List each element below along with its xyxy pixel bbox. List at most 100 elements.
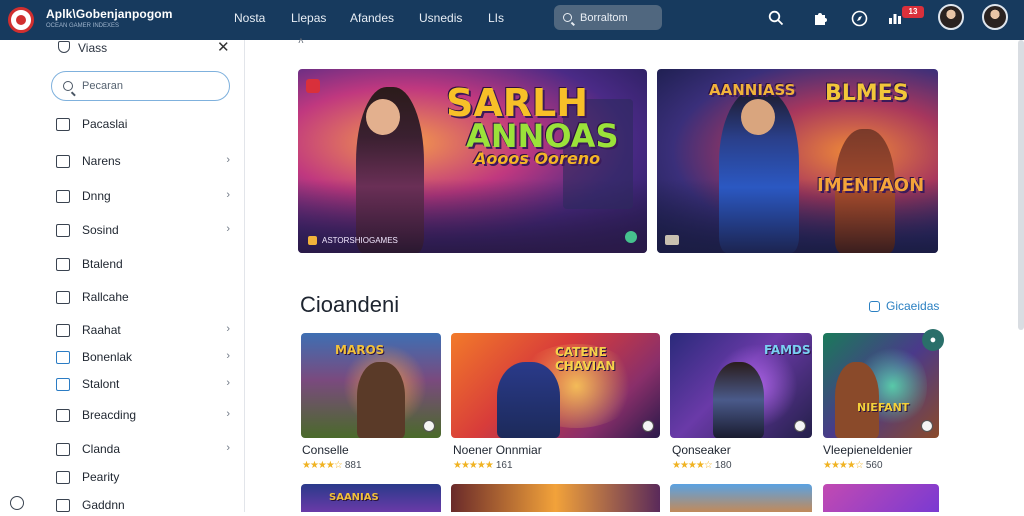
hero2-title-line2: BLMES: [825, 81, 909, 106]
info-icon[interactable]: [642, 420, 654, 432]
rating-count: 161: [495, 460, 513, 471]
brand-subtitle: OCEAN GAMER INDEXES: [46, 23, 120, 29]
card-name-1[interactable]: Conselle: [302, 443, 349, 457]
sidebar-item-icon: [56, 470, 70, 484]
sidebar-item-label: Narens: [82, 154, 121, 168]
sidebar-item[interactable]: Btalend: [56, 253, 236, 275]
sidebar-item-label: Pacaslai: [82, 117, 128, 131]
nav-item-1[interactable]: Nosta: [234, 11, 265, 25]
hero-tag-icon: [306, 79, 320, 93]
game-card-7[interactable]: [670, 484, 812, 512]
nav-item-4[interactable]: Usnedis: [419, 11, 462, 25]
game-card-2[interactable]: CATENE CHAVIAN: [451, 333, 660, 438]
game-card-6[interactable]: [451, 484, 660, 512]
notification-badge: 13: [902, 6, 924, 18]
rating-count: 881: [344, 460, 362, 471]
sidebar-item-icon: [56, 377, 70, 391]
compass-icon[interactable]: [850, 9, 868, 27]
sidebar-item-icon: [56, 257, 70, 271]
close-icon[interactable]: ✕: [217, 38, 230, 56]
publisher-icon: [308, 236, 317, 245]
card-art-title: NIEFANT: [857, 401, 910, 414]
game-card-4[interactable]: NIEFANT: [823, 333, 939, 438]
hero-banner-2[interactable]: AANNIASS BLMES IMENTAON: [657, 69, 938, 253]
card-art-title: FAMDS: [764, 343, 811, 357]
info-icon[interactable]: [921, 420, 933, 432]
hero-banner-1[interactable]: SARLH ANNOAS Aooos Ooreno ASTORSHIOGAMES: [298, 69, 647, 253]
card-rating-1: ★★★★☆ 881: [302, 460, 362, 471]
game-card-3[interactable]: FAMDS: [670, 333, 812, 438]
sidebar-item-label: Breacding: [82, 408, 137, 422]
sidebar-item[interactable]: Raahat ›: [56, 319, 236, 341]
chevron-right-icon: ›: [226, 442, 230, 454]
sidebar-item-icon: [56, 350, 70, 364]
app-logo[interactable]: [8, 7, 34, 33]
sidebar-search-input[interactable]: Pecaran: [51, 71, 230, 101]
search-icon[interactable]: [767, 9, 785, 27]
breadcrumb-marker: ˄: [298, 36, 304, 47]
scrollbar[interactable]: [1018, 40, 1024, 330]
sidebar-item-label: Stalont: [82, 377, 120, 391]
sidebar-item-icon: [56, 442, 70, 456]
star-rating-icon: ★★★★★: [453, 460, 494, 471]
game-card-5[interactable]: SAANIAS: [301, 484, 441, 512]
sidebar-item[interactable]: Rallcahe: [56, 286, 236, 308]
hero-character-face: [366, 99, 400, 135]
card-rating-4: ★★★★☆ 560: [823, 460, 883, 471]
top-bar: Aplk\Gobenjanpogom OCEAN GAMER INDEXES N…: [0, 0, 1024, 40]
sidebar-item[interactable]: Pearity: [56, 466, 236, 488]
avatar-secondary[interactable]: [982, 4, 1008, 30]
header-search[interactable]: Borraltom: [554, 5, 662, 30]
nav-item-5[interactable]: LIs: [488, 11, 504, 25]
sidebar-item-icon: [56, 290, 70, 304]
avatar[interactable]: [938, 4, 964, 30]
carousel-next-button[interactable]: ●: [922, 329, 944, 351]
sidebar-item-icon: [56, 408, 70, 422]
sidebar-item-label: Rallcahe: [82, 290, 129, 304]
card-name-4[interactable]: Vleepieneldenier: [823, 443, 912, 457]
help-icon[interactable]: [10, 496, 24, 510]
sidebar-item[interactable]: Sosind ›: [56, 219, 236, 241]
sidebar-item[interactable]: Stalont ›: [56, 373, 236, 395]
sidebar-item-icon: [56, 117, 70, 131]
brand[interactable]: Aplk\Gobenjanpogom OCEAN GAMER INDEXES: [46, 7, 172, 29]
game-card-8[interactable]: [823, 484, 939, 512]
puzzle-icon[interactable]: [811, 9, 829, 27]
grid-icon: [869, 300, 880, 312]
see-all-link[interactable]: Gicaeidas: [869, 299, 939, 313]
play-icon[interactable]: [625, 231, 637, 243]
card-art-title: SAANIAS: [329, 492, 379, 503]
sidebar-item[interactable]: Pacaslai: [56, 113, 236, 135]
card-name-2[interactable]: Noener Onnmiar: [453, 443, 542, 457]
nav-item-3[interactable]: Afandes: [350, 11, 394, 25]
sidebar-item[interactable]: Gaddnn: [56, 494, 236, 516]
star-rating-icon: ★★★★☆: [302, 460, 343, 471]
sidebar-item-icon: [56, 223, 70, 237]
rating-count: 180: [714, 460, 732, 471]
header-search-placeholder: Borraltom: [580, 11, 628, 24]
bell-icon: [58, 41, 70, 53]
sidebar-item-label: Pearity: [82, 470, 120, 484]
card-character: [357, 362, 405, 438]
card-name-3[interactable]: Qonseaker: [672, 443, 731, 457]
nav-item-2[interactable]: Llepas: [291, 11, 326, 25]
hero-caption: ASTORSHIOGAMES: [308, 236, 398, 245]
info-icon[interactable]: [794, 420, 806, 432]
game-card-1[interactable]: MAROS: [301, 333, 441, 438]
sidebar-item[interactable]: Clanda ›: [56, 438, 236, 460]
hero-caption-text: ASTORSHIOGAMES: [322, 236, 398, 245]
info-icon[interactable]: [423, 420, 435, 432]
star-rating-icon: ★★★★☆: [672, 460, 713, 471]
chevron-right-icon: ›: [226, 189, 230, 201]
sidebar-item[interactable]: Dnng ›: [56, 185, 236, 207]
card-art-title: MAROS: [335, 343, 385, 357]
sidebar-item[interactable]: Breacding ›: [56, 404, 236, 426]
hero2-title-line1: AANNIASS: [709, 81, 796, 99]
chevron-right-icon: ›: [226, 408, 230, 420]
sidebar: Viass ✕ Pecaran Pacaslai Narens › Dnng › Sosi…: [0, 38, 245, 512]
sidebar-item[interactable]: Bonenlak ›: [56, 346, 236, 368]
sidebar-item[interactable]: Narens ›: [56, 150, 236, 172]
sidebar-heading: Viass: [78, 41, 108, 55]
chevron-right-icon: ›: [226, 323, 230, 335]
chevron-right-icon: ›: [226, 377, 230, 389]
